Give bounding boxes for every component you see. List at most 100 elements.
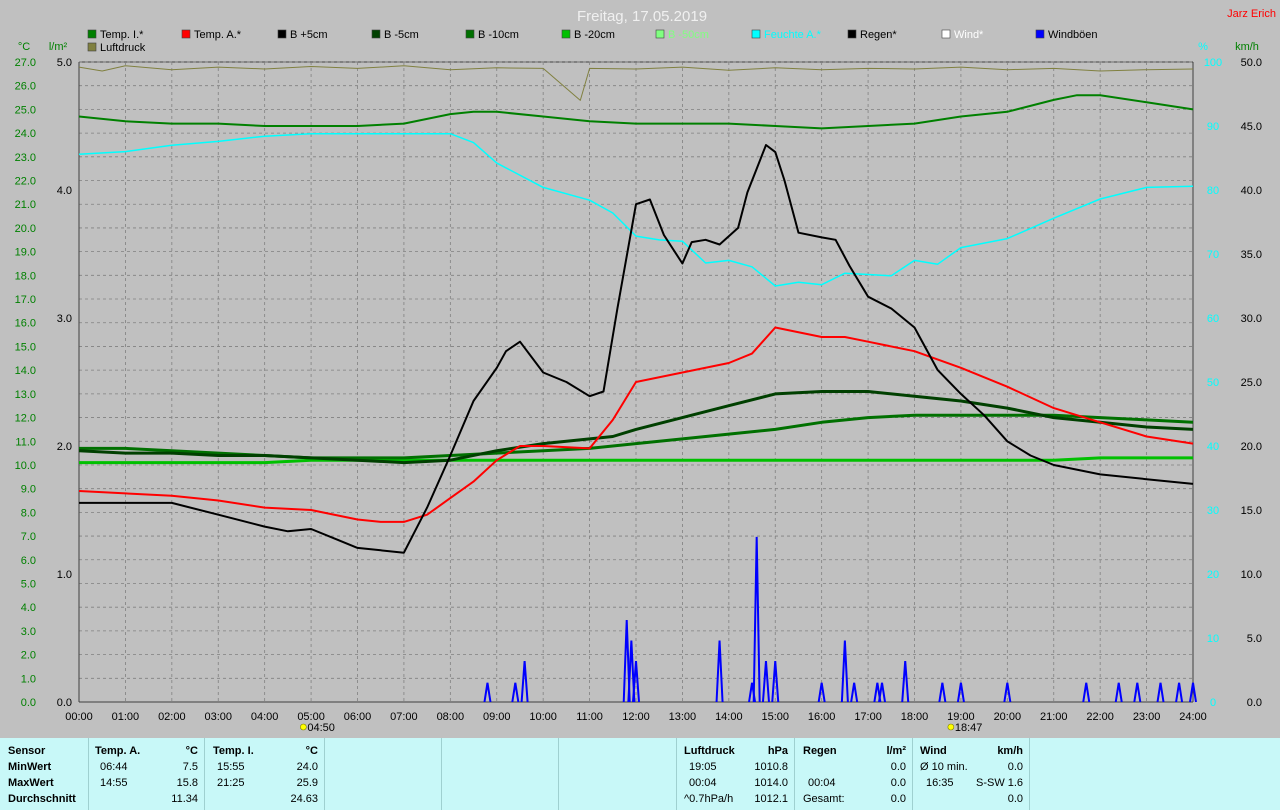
pressure-min-time: 19:05 — [689, 761, 717, 773]
temp-tick-label: 5.0 — [21, 578, 36, 590]
temp-tick-label: 21.0 — [15, 199, 36, 211]
legend: Temp. I.* Temp. A.* B +5cm B -5cm B -10cm B -… — [87, 29, 1098, 54]
time-tick-label: 11:00 — [576, 711, 603, 723]
time-tick-label: 18:00 — [901, 711, 929, 723]
stats-pressure: Luftdruck hPa 19:05 1010.8 00:04 1014.0 … — [677, 738, 795, 810]
wind-gust-spike — [901, 660, 910, 703]
pressure-min: 1010.8 — [754, 761, 788, 773]
temp-a-max-time: 14:55 — [100, 777, 128, 789]
legend-label: Wind* — [954, 29, 984, 41]
pct-tick-label: 100 — [1204, 57, 1222, 69]
rain-unit: l/m² — [886, 745, 906, 757]
time-tick-label: 07:00 — [390, 711, 418, 723]
rain-min: 0.0 — [890, 761, 906, 773]
time-tick-label: 03:00 — [204, 711, 232, 723]
rain-max: 0.0 — [890, 777, 906, 789]
kmh-tick-label: 0.0 — [1247, 697, 1262, 709]
legend-swatch — [371, 29, 381, 39]
temp-tick-label: 1.0 — [21, 673, 36, 685]
wind-gust-spike — [840, 640, 849, 703]
series-line-b-5cm — [79, 144, 1194, 554]
temp-i-max: 25.9 — [296, 777, 318, 789]
wind-gust-spike — [1082, 682, 1091, 703]
temp-tick-label: 12.0 — [15, 413, 36, 425]
temp-i-max-time: 21:25 — [217, 777, 245, 789]
time-tick-label: 09:00 — [483, 711, 511, 723]
wind-gust-spike — [878, 682, 886, 703]
stats-empty-3 — [559, 738, 677, 810]
temp-tick-label: 19.0 — [15, 247, 36, 259]
temp-a-max: 15.8 — [176, 777, 198, 789]
rain-tick-label: 2.0 — [57, 441, 72, 453]
stats-empty-1 — [325, 738, 442, 810]
legend-label: Regen* — [860, 29, 897, 41]
wind-avg: 0.0 — [1007, 793, 1023, 805]
rain-total: 0.0 — [890, 793, 906, 805]
wind-gust-spike — [511, 682, 520, 703]
kmh-tick-label: 45.0 — [1241, 121, 1262, 133]
x-axis-ticks: 00:00 01:00 02:00 03:00 04:00 05:00 06:00 07:00… — [65, 711, 1207, 723]
time-tick-label: 08:00 — [437, 711, 465, 723]
kmh-tick-label: 50.0 — [1241, 57, 1262, 69]
temp-tick-label: 4.0 — [21, 602, 36, 614]
unit-temp: °C — [18, 41, 30, 53]
chart-title: Freitag, 17.05.2019 — [577, 8, 707, 25]
wind-max-time: 16:35 — [926, 777, 954, 789]
temp-tick-label: 6.0 — [21, 555, 36, 567]
sensor-header: Sensor — [8, 745, 46, 757]
legend-label: B -10cm — [478, 29, 519, 41]
plot-area — [78, 65, 1197, 703]
kmh-tick-label: 30.0 — [1241, 313, 1262, 325]
pct-tick-label: 60 — [1207, 313, 1219, 325]
row-avg-label: Durchschnitt — [8, 793, 76, 805]
time-tick-label: 06:00 — [344, 711, 372, 723]
unit-rain: l/m² — [49, 41, 68, 53]
unit-pct: % — [1198, 41, 1208, 53]
temp-tick-label: 10.0 — [15, 460, 36, 472]
kmh-tick-label: 5.0 — [1247, 633, 1262, 645]
time-tick-label: 17:00 — [854, 711, 882, 723]
stats-temp-a: Temp. A. °C 06:44 7.5 14:55 15.8 11.34 — [88, 738, 205, 810]
time-tick-label: 14:00 — [715, 711, 743, 723]
temp-i-min: 24.0 — [296, 761, 318, 773]
time-tick-label: 01:00 — [112, 711, 140, 723]
wind-gust-spike — [761, 660, 770, 703]
pct-tick-label: 20 — [1207, 569, 1219, 581]
temp-tick-label: 8.0 — [21, 507, 36, 519]
temp-i-header: Temp. I. — [213, 745, 254, 757]
rain-tick-label: 3.0 — [57, 313, 72, 325]
stats-wind: Wind km/h Ø 10 min. 0.0 16:35 S-SW 1.6 0… — [913, 738, 1030, 810]
pressure-unit: hPa — [767, 745, 788, 757]
y-axis-ticks: 27.0 26.0 25.0 24.0 23.0 22.0 21.0 20.0 19.0 18.0… — [15, 57, 1262, 709]
wind-gust-spike — [938, 682, 947, 703]
time-tick-label: 20:00 — [994, 711, 1022, 723]
legend-label: B -50cm — [668, 29, 709, 41]
rain-tick-label: 5.0 — [57, 57, 72, 69]
temp-a-unit: °C — [185, 745, 198, 757]
legend-swatch — [277, 29, 287, 39]
kmh-tick-label: 35.0 — [1241, 249, 1262, 261]
time-tick-label: 12:00 — [622, 711, 650, 723]
legend-swatch — [87, 29, 97, 39]
legend-label: Temp. I.* — [100, 29, 144, 41]
wind-gust-spike — [1114, 682, 1123, 703]
temp-tick-label: 7.0 — [21, 531, 36, 543]
weather-chart: Freitag, 17.05.2019 Jarz Erich °C l/m² %… — [15, 8, 1276, 734]
pct-tick-label: 80 — [1207, 185, 1219, 197]
rain-header: Regen — [803, 745, 837, 757]
time-tick-label: 24:00 — [1179, 711, 1207, 723]
time-tick-label: 13:00 — [669, 711, 697, 723]
time-tick-label: 10:00 — [529, 711, 557, 723]
stats-empty-2 — [442, 738, 559, 810]
temp-tick-label: 13.0 — [15, 389, 36, 401]
temp-tick-label: 20.0 — [15, 223, 36, 235]
pressure-header: Luftdruck — [684, 745, 735, 757]
kmh-tick-label: 20.0 — [1241, 441, 1262, 453]
time-tick-label: 16:00 — [808, 711, 836, 723]
rain-total-label: Gesamt: — [803, 793, 845, 805]
pressure-trend: ^0.7hPa/h — [684, 793, 734, 805]
legend-swatch — [465, 29, 475, 39]
wind-gust-spike — [1175, 682, 1184, 703]
legend-swatch — [941, 29, 951, 39]
legend-swatch — [1035, 29, 1045, 39]
